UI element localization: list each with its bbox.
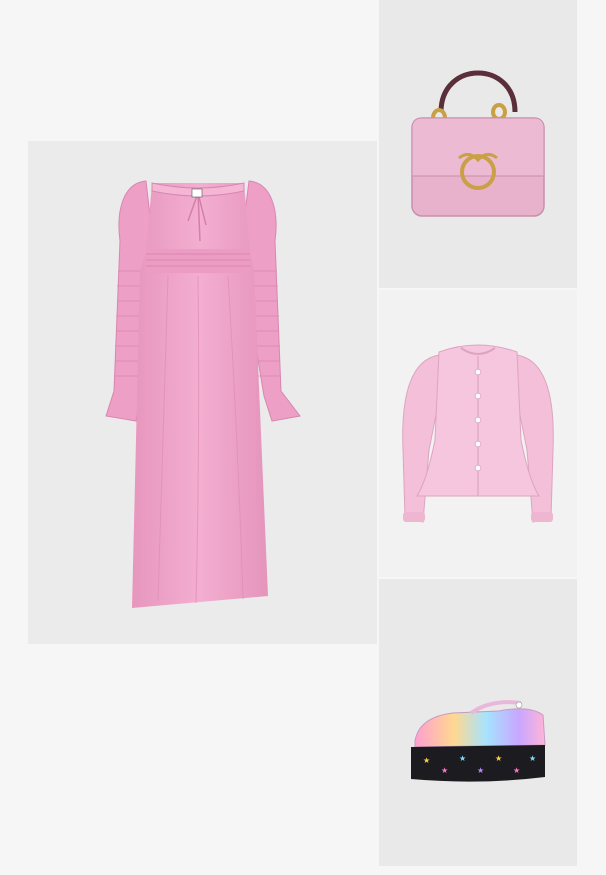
bag-image bbox=[411, 70, 545, 217]
product-tile-cardigan[interactable] bbox=[379, 290, 577, 577]
product-tile-dress[interactable] bbox=[28, 141, 377, 644]
cardigan-image bbox=[402, 344, 554, 523]
dress-image bbox=[105, 180, 301, 608]
product-tile-shoe[interactable]: ★ ★ ★ ★ ★ ★ ★ bbox=[379, 579, 577, 866]
svg-text:★: ★ bbox=[529, 754, 536, 763]
svg-text:★: ★ bbox=[477, 766, 484, 775]
svg-text:★: ★ bbox=[423, 756, 430, 765]
svg-text:★: ★ bbox=[441, 766, 448, 775]
outfit-collage: { "outfit": { "items": [ {"id": "dress",… bbox=[0, 0, 606, 875]
svg-text:★: ★ bbox=[495, 754, 502, 763]
shoe-image: ★ ★ ★ ★ ★ ★ ★ bbox=[411, 700, 546, 782]
svg-text:★: ★ bbox=[513, 766, 520, 775]
svg-text:★: ★ bbox=[459, 754, 466, 763]
product-tile-bag[interactable] bbox=[379, 0, 577, 288]
